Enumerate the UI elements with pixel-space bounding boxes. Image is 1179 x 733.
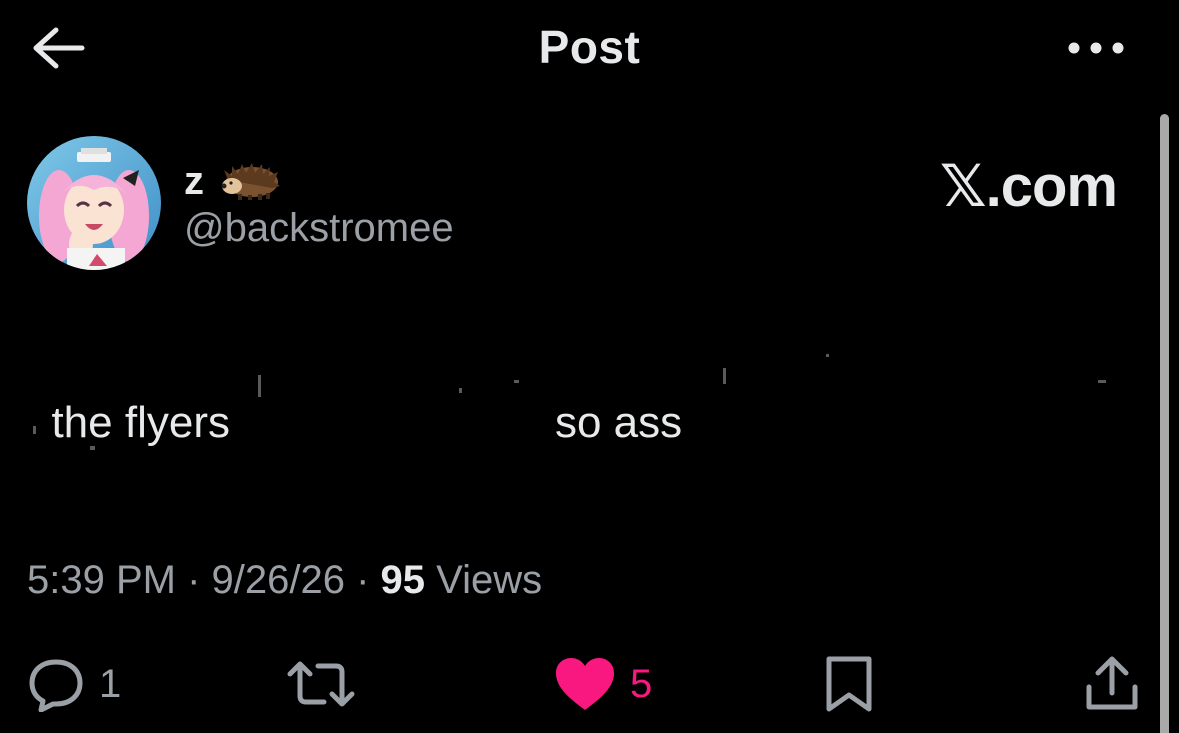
bookmark-button[interactable] — [823, 652, 875, 716]
post-text-part2: so ass — [554, 398, 683, 447]
author-name-row: z — [184, 156, 282, 206]
redaction-speck — [33, 426, 36, 434]
redaction-speck — [826, 354, 829, 357]
like-button[interactable]: 5 — [554, 652, 652, 716]
repost-icon — [287, 661, 355, 707]
scrollbar[interactable] — [1160, 114, 1169, 733]
views-count[interactable]: 95 — [381, 558, 426, 603]
reply-count: 1 — [99, 661, 122, 706]
reply-icon — [29, 659, 83, 712]
like-count: 5 — [630, 661, 653, 706]
meta-separator: · — [175, 558, 212, 602]
views-label: Views — [425, 558, 543, 602]
share-button[interactable] — [1084, 652, 1140, 716]
heart-filled-icon — [556, 658, 614, 710]
redaction-speck — [723, 368, 726, 384]
post-time: 5:39 PM — [27, 558, 176, 602]
share-icon — [1086, 656, 1138, 710]
author-display-name[interactable]: z — [184, 159, 204, 204]
post-date: 9/26/26 — [211, 558, 345, 602]
more-options-button[interactable] — [1061, 28, 1131, 68]
avatar-image — [27, 136, 161, 270]
post-meta: 5:39 PM · 9/26/26 · 95 Views — [27, 558, 542, 603]
avatar[interactable] — [27, 136, 161, 270]
reply-button[interactable]: 1 — [27, 652, 121, 716]
more-horizontal-icon — [1068, 42, 1124, 54]
post-header: Post — [0, 0, 1179, 100]
author-handle[interactable]: @backstromee — [184, 206, 454, 251]
post-body: the flyers so ass — [27, 348, 682, 448]
meta-separator: · — [344, 558, 381, 602]
redaction-speck — [90, 446, 95, 450]
redaction-speck — [258, 375, 261, 397]
redaction-speck — [1098, 380, 1106, 383]
hedgehog-icon — [221, 163, 280, 200]
post-text-part1: the flyers — [51, 398, 230, 447]
redaction-speck — [459, 388, 462, 393]
bookmark-icon — [826, 656, 872, 712]
repost-button[interactable] — [286, 652, 356, 716]
x-watermark: 𝕏.com — [939, 154, 1118, 219]
redaction-speck — [514, 380, 519, 383]
page-title: Post — [538, 21, 641, 73]
